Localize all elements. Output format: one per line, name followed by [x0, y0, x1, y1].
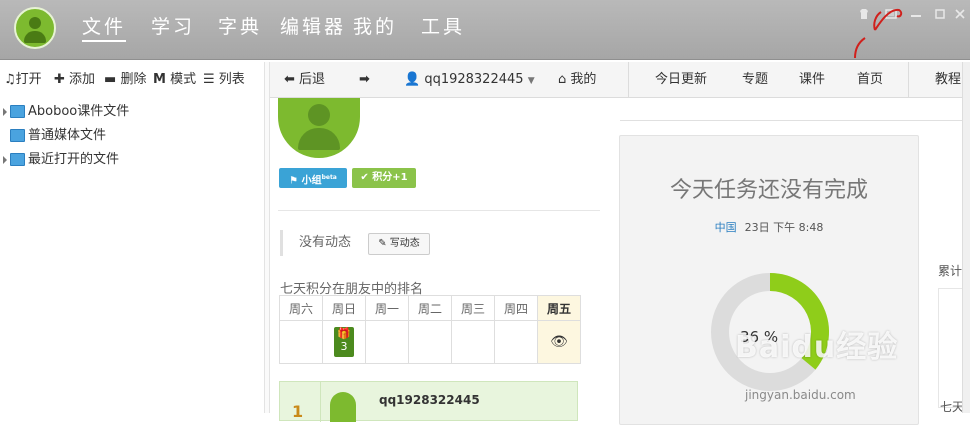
expand-arrow-icon[interactable] [3, 155, 7, 164]
write-post-button[interactable]: ✎ 写动态 [368, 233, 430, 255]
weekly-ranking-table: 周六 周日 周一 周二 周三 周四 周五 🎁 3 👁 [279, 295, 581, 364]
check-circle-icon: ✔ [360, 172, 369, 183]
minimize-icon[interactable] [910, 8, 922, 22]
friend-name: qq1928322445 [379, 393, 480, 407]
forward-arrow-icon: ➡ [359, 72, 370, 87]
cumulative-label: 累计 [938, 264, 963, 278]
day-cell [494, 320, 538, 364]
caret-down-icon: ▼ [527, 76, 535, 86]
home-icon: ⌂ [558, 72, 567, 87]
recent-folder-icon [10, 153, 25, 166]
list-button[interactable]: ☰ 列表 [203, 72, 245, 88]
browser-toolbar: ⬅ 后退 ➡ 👤 qq1928322445 ▼ ⌂ 我的 今日更新 专题 课件 … [270, 62, 970, 98]
nav-mine[interactable]: 我的 [353, 14, 397, 40]
mode-icon: M [153, 72, 166, 87]
profile-avatar[interactable] [278, 98, 360, 158]
tab-strip [620, 98, 968, 121]
nav-file[interactable]: 文件 [82, 14, 127, 42]
link-today-updates[interactable]: 今日更新 [655, 72, 707, 88]
back-arrow-icon: ⬅ [284, 72, 295, 87]
gift-icon[interactable]: 🎁 3 [334, 327, 354, 357]
folder-icon [10, 129, 25, 142]
rank-number: 1 [292, 402, 304, 421]
ranking-row[interactable]: 1 qq1928322445 [279, 381, 578, 422]
day-header: 周二 [408, 295, 452, 321]
day-cell-today: 👁 [537, 320, 581, 364]
close-icon[interactable] [954, 8, 966, 22]
add-button[interactable]: ✚ 添加 [54, 72, 95, 88]
forward-button[interactable]: ➡ [359, 72, 370, 88]
user-menu[interactable]: 👤 qq1928322445 ▼ [404, 72, 535, 88]
nav-study[interactable]: 学习 [151, 14, 195, 40]
expand-arrow-icon[interactable] [3, 107, 7, 116]
day-header: 周三 [451, 295, 495, 321]
edit-icon: ✎ [378, 238, 387, 249]
eye-icon[interactable]: 👁 [550, 334, 568, 350]
nav-tools[interactable]: 工具 [421, 14, 465, 40]
task-datetime: 中国 23日 下午 8:48 [714, 221, 824, 234]
link-courseware[interactable]: 课件 [799, 72, 825, 88]
maximize-icon[interactable] [934, 8, 946, 22]
music-note-icon: ♫ [4, 72, 16, 87]
day-cell [279, 320, 323, 364]
flag-icon: ⚑ [289, 175, 299, 187]
baidu-watermark: Baidu经验 [735, 330, 899, 365]
mine-link[interactable]: ⌂ 我的 [558, 72, 596, 88]
group-badge[interactable]: ⚑ 小组beta [279, 168, 347, 188]
user-icon: 👤 [404, 72, 421, 87]
day-header-today: 周五 [537, 295, 581, 321]
day-cell [408, 320, 452, 364]
link-home[interactable]: 首页 [857, 72, 883, 88]
day-cell [365, 320, 409, 364]
open-button[interactable]: ♫打开 [4, 72, 42, 88]
back-button[interactable]: ⬅ 后退 [284, 72, 325, 88]
title-bar [0, 0, 970, 60]
seven-day-label: 七天 [940, 400, 965, 414]
tree-item-recent-files[interactable]: 最近打开的文件 [3, 149, 119, 171]
day-header: 周日 [322, 295, 366, 321]
rank-divider [320, 382, 321, 422]
minus-icon: ▬ [104, 72, 117, 87]
list-icon: ☰ [203, 72, 215, 87]
watermark-url: jingyan.baidu.com [745, 388, 856, 402]
link-topics[interactable]: 专题 [742, 72, 768, 88]
friend-avatar [330, 392, 356, 422]
plus-icon: ✚ [54, 72, 65, 87]
toolbar-separator [628, 62, 629, 98]
points-badge[interactable]: ✔ 积分+1 [352, 168, 416, 188]
task-title: 今天任务还没有完成 [669, 178, 868, 203]
red-annotation-mark [854, 8, 903, 59]
mode-button[interactable]: M 模式 [153, 72, 196, 88]
user-avatar-icon[interactable] [14, 7, 56, 49]
left-toolbar: ♫打开 ✚ 添加 ▬ 删除 M 模式 ☰ 列表 [0, 62, 262, 98]
section-divider [278, 210, 600, 211]
toolbar-separator [908, 62, 909, 98]
day-header: 周四 [494, 295, 538, 321]
tree-item-media-files[interactable]: 普通媒体文件 [10, 125, 106, 147]
nav-editor[interactable]: 编辑器 [280, 14, 346, 40]
no-activity-text: 没有动态 [280, 230, 351, 256]
tree-item-aboboo-courseware[interactable]: Aboboo课件文件 [3, 101, 129, 123]
day-header: 周一 [365, 295, 409, 321]
panel-splitter[interactable] [264, 62, 270, 413]
day-cell [451, 320, 495, 364]
courseware-folder-icon [10, 105, 25, 118]
vertical-scrollbar[interactable] [962, 62, 970, 413]
day-header: 周六 [279, 295, 323, 321]
day-cell: 🎁 3 [322, 320, 366, 364]
nav-dictionary[interactable]: 字典 [218, 14, 262, 40]
delete-button[interactable]: ▬ 删除 [104, 72, 146, 88]
link-tutorial[interactable]: 教程 [935, 72, 961, 88]
location: 中国 [714, 221, 737, 234]
